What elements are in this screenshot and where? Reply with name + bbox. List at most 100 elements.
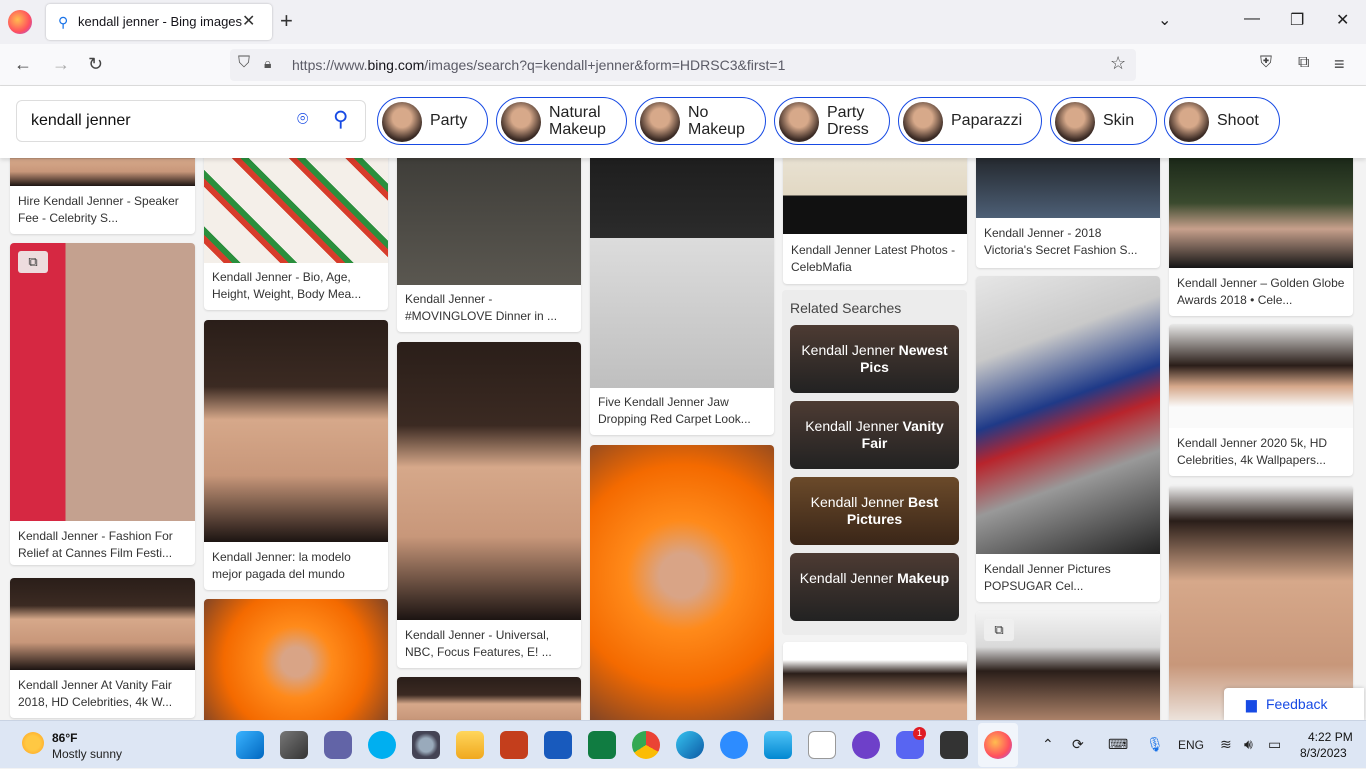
notepad-icon[interactable] <box>764 731 792 759</box>
result-caption[interactable]: Kendall Jenner Pictures POPSUGAR Cel... <box>984 561 1152 595</box>
chip-party[interactable]: Party <box>377 97 488 145</box>
related-search-item[interactable]: Kendall Jenner Makeup <box>790 553 959 621</box>
result-card[interactable]: Kendall Jenner - #MOVINGLOVE Dinner in .… <box>397 158 581 332</box>
bookmark-star-icon[interactable]: ☆ <box>1110 53 1126 74</box>
file-explorer-icon[interactable] <box>456 731 484 759</box>
result-card[interactable]: Kendall Jenner – Golden Globe Awards 201… <box>1169 158 1353 316</box>
related-search-item[interactable]: Kendall Jenner Vanity Fair <box>790 401 959 469</box>
result-image[interactable] <box>1169 324 1353 428</box>
result-image[interactable] <box>1169 158 1353 268</box>
firefox-menu-icon[interactable] <box>8 10 32 34</box>
related-search-label[interactable]: Kendall Jenner Vanity Fair <box>796 418 953 452</box>
result-image[interactable] <box>10 243 195 521</box>
wifi-icon[interactable]: ≋ <box>1220 736 1232 753</box>
result-card[interactable]: Kendall Jenner 2020 5k, HD Celebrities, … <box>1169 324 1353 476</box>
app-menu-icon[interactable]: ≡ <box>1334 54 1345 75</box>
result-caption[interactable]: Five Kendall Jenner Jaw Dropping Red Car… <box>598 394 766 428</box>
related-search-label[interactable]: Kendall Jenner Makeup <box>796 570 953 587</box>
address-bar[interactable]: ⛉ 🔒︎ https://www.bing.com/images/search?… <box>230 49 1136 81</box>
result-card[interactable]: Hire Kendall Jenner - Speaker Fee - Cele… <box>10 158 195 234</box>
sync-icon[interactable]: ⟳ <box>1072 736 1084 753</box>
language-indicator[interactable]: ENG <box>1178 738 1204 752</box>
result-caption[interactable]: Kendall Jenner: la modelo mejor pagada d… <box>212 549 380 583</box>
url-text[interactable]: https://www.bing.com/images/search?q=ken… <box>292 57 785 73</box>
related-search-item[interactable]: Kendall Jenner Best Pictures <box>790 477 959 545</box>
github-icon[interactable] <box>852 731 880 759</box>
volume-icon[interactable]: 🔊︎ <box>1244 736 1253 753</box>
microphone-icon[interactable]: 🎙︎ <box>1146 736 1164 753</box>
result-caption[interactable]: Kendall Jenner 2020 5k, HD Celebrities, … <box>1177 435 1345 469</box>
chip-shoot[interactable]: Shoot <box>1164 97 1280 145</box>
lock-icon[interactable]: 🔒︎ <box>264 55 271 72</box>
reload-icon[interactable]: ↻ <box>88 54 103 75</box>
browser-tab[interactable]: ⚲ kendall jenner - Bing images ✕ <box>46 4 272 40</box>
result-image[interactable] <box>590 158 774 388</box>
weather-widget[interactable]: 86°F Mostly sunny <box>0 721 140 769</box>
terminal-icon[interactable] <box>940 731 968 759</box>
result-image[interactable] <box>590 445 774 720</box>
tracking-shield-icon[interactable]: ⛉ <box>238 54 250 72</box>
result-card[interactable]: Kendall Jenner - Universal, NBC, Focus F… <box>397 342 581 668</box>
minimize-icon[interactable]: — <box>1244 10 1260 28</box>
result-image[interactable] <box>783 158 967 234</box>
related-search-item[interactable]: Kendall Jenner Newest Pics <box>790 325 959 393</box>
related-search-label[interactable]: Kendall Jenner Newest Pics <box>796 342 953 376</box>
result-card[interactable]: Kendall Jenner: la modelo mejor pagada d… <box>204 320 388 590</box>
word-icon[interactable] <box>544 731 572 759</box>
feedback-button[interactable]: ▆ Feedback <box>1224 688 1364 720</box>
search-input[interactable]: kendall jenner <box>31 112 131 130</box>
result-caption[interactable]: Kendall Jenner At Vanity Fair 2018, HD C… <box>18 677 187 711</box>
list-tabs-icon[interactable]: ⌄ <box>1158 10 1171 30</box>
powerpoint-icon[interactable] <box>500 731 528 759</box>
battery-icon[interactable]: ▭ <box>1268 736 1281 753</box>
start-icon[interactable] <box>236 731 264 759</box>
result-caption[interactable]: Kendall Jenner - Universal, NBC, Focus F… <box>405 627 573 661</box>
close-window-icon[interactable]: ✕ <box>1336 10 1349 30</box>
result-card[interactable]: ⧉ <box>976 611 1160 720</box>
result-card[interactable]: Kendall Jenner - Bio, Age, Height, Weigh… <box>204 158 388 310</box>
excel-icon[interactable] <box>588 731 616 759</box>
result-image[interactable] <box>976 158 1160 218</box>
result-image[interactable] <box>976 276 1160 554</box>
document-icon[interactable] <box>808 731 836 759</box>
keyboard-icon[interactable]: ⌨ <box>1108 736 1128 753</box>
result-card[interactable] <box>204 599 388 720</box>
result-card[interactable] <box>590 445 774 720</box>
result-card[interactable] <box>397 677 581 720</box>
new-tab-icon[interactable]: + <box>280 8 293 34</box>
firefox-taskbar-active[interactable] <box>978 723 1018 767</box>
result-card[interactable] <box>783 642 967 720</box>
zoom-icon[interactable] <box>720 731 748 759</box>
chip-party-dress[interactable]: Party Dress <box>774 97 890 145</box>
result-card[interactable]: ⧉ Kendall Jenner - Fashion For Relief at… <box>10 243 195 565</box>
result-caption[interactable]: Kendall Jenner Latest Photos - CelebMafi… <box>791 242 959 276</box>
result-card[interactable]: Five Kendall Jenner Jaw Dropping Red Car… <box>590 158 774 435</box>
restore-icon[interactable]: ❐ <box>1290 10 1304 30</box>
result-card[interactable]: Kendall Jenner Latest Photos - CelebMafi… <box>783 158 967 284</box>
visual-search-icon[interactable]: ⌾ <box>297 109 308 131</box>
result-image[interactable] <box>783 642 967 720</box>
result-image[interactable] <box>397 677 581 720</box>
result-card[interactable] <box>1169 485 1353 720</box>
result-caption[interactable]: Hire Kendall Jenner - Speaker Fee - Cele… <box>18 193 187 227</box>
result-caption[interactable]: Kendall Jenner - 2018 Victoria's Secret … <box>984 225 1152 259</box>
result-caption[interactable]: Kendall Jenner - Fashion For Relief at C… <box>18 528 187 562</box>
chrome-icon[interactable] <box>632 731 660 759</box>
result-card[interactable]: Kendall Jenner At Vanity Fair 2018, HD C… <box>10 578 195 718</box>
edge-icon[interactable] <box>676 731 704 759</box>
result-caption[interactable]: Kendall Jenner - Bio, Age, Height, Weigh… <box>212 269 380 303</box>
task-view-icon[interactable] <box>280 731 308 759</box>
settings-gear-icon[interactable] <box>412 731 440 759</box>
back-icon[interactable]: ← <box>14 54 32 75</box>
result-image[interactable] <box>397 158 581 285</box>
skype-icon[interactable] <box>368 731 396 759</box>
related-search-label[interactable]: Kendall Jenner Best Pictures <box>796 494 953 528</box>
result-caption[interactable]: Kendall Jenner – Golden Globe Awards 201… <box>1177 275 1345 309</box>
search-box[interactable]: kendall jenner ⌾ ⚲ <box>16 100 366 142</box>
result-image[interactable] <box>204 158 388 263</box>
result-image[interactable] <box>204 599 388 720</box>
chip-no-makeup[interactable]: No Makeup <box>635 97 766 145</box>
result-image[interactable] <box>1169 485 1353 720</box>
chip-skin[interactable]: Skin <box>1050 97 1157 145</box>
result-card[interactable]: Kendall Jenner - 2018 Victoria's Secret … <box>976 158 1160 268</box>
